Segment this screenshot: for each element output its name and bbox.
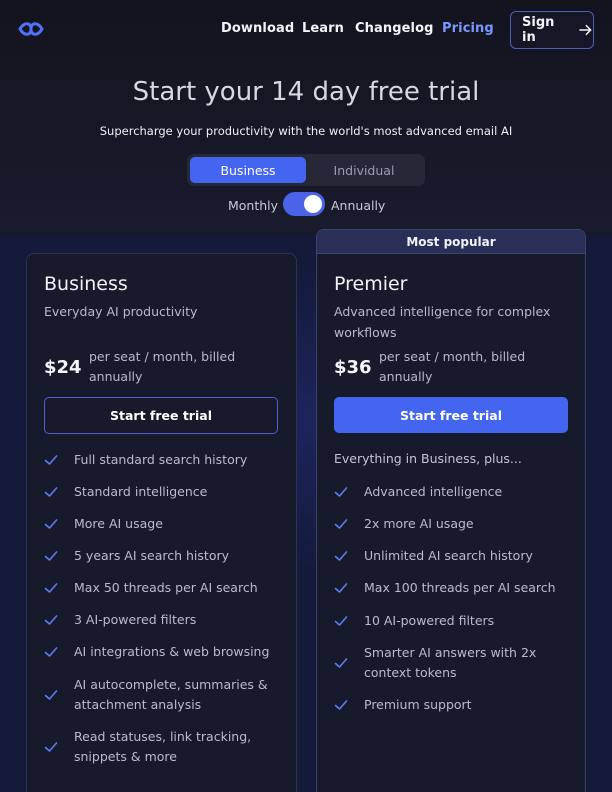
nav-link-changelog[interactable]: Changelog (355, 21, 434, 36)
check-icon (44, 690, 58, 700)
check-icon (334, 551, 348, 561)
check-icon (44, 487, 58, 497)
feature-text: 2x more AI usage (364, 516, 474, 531)
billing-period-toggle-row: Monthly Annually (0, 192, 612, 218)
plan-intro: Everything in Business, plus... (334, 451, 522, 466)
feature-text: 3 AI-powered filters (74, 612, 197, 627)
start-free-trial-button[interactable]: Start free trial (44, 397, 278, 434)
check-icon (334, 658, 348, 668)
toggle-knob (304, 195, 322, 213)
top-nav: Download Learn Changelog Pricing Sign in (0, 0, 612, 60)
page-title: Start your 14 day free trial (132, 77, 480, 107)
feature-text: Full standard search history (74, 452, 248, 467)
tab-individual[interactable]: Individual (306, 157, 422, 183)
feature-text: Max 50 threads per AI search (74, 580, 258, 595)
feature-text: AI integrations & web browsing (74, 644, 270, 659)
check-icon (44, 551, 58, 561)
check-icon (44, 519, 58, 529)
feature-text: 5 years AI search history (74, 548, 229, 563)
feature-text: Unlimited AI search history (364, 548, 533, 563)
check-icon (44, 742, 58, 752)
nav-link-learn[interactable]: Learn (302, 21, 344, 36)
plan-price-note: per seat / month, billed annually (379, 349, 526, 384)
check-icon (334, 700, 348, 710)
plan-description: Advanced intelligence for complex workfl… (334, 304, 551, 340)
nav-link-pricing[interactable]: Pricing (442, 21, 494, 36)
plan-name: Business (44, 273, 128, 295)
start-free-trial-button[interactable]: Start free trial (334, 397, 568, 433)
billing-annually-label[interactable]: Annually (331, 198, 385, 213)
check-icon (44, 455, 58, 465)
plan-card-body: Premier Advanced intelligence for comple… (317, 254, 585, 792)
feature-text: Max 100 threads per AI search (364, 580, 556, 595)
feature-text: Advanced intelligence (364, 484, 503, 499)
check-icon (334, 616, 348, 626)
feature-text: Read statuses, link tracking, snippets &… (74, 729, 252, 764)
brand-logo-icon[interactable] (18, 20, 44, 38)
arrow-right-icon (579, 24, 592, 36)
page-subtitle: Supercharge your productivity with the w… (99, 124, 513, 138)
billing-period-toggle[interactable] (283, 192, 325, 216)
plan-description: Everyday AI productivity (44, 304, 198, 319)
plan-price-note: per seat / month, billed annually (89, 349, 236, 384)
tab-business[interactable]: Business (190, 157, 306, 183)
plan-name: Premier (334, 273, 408, 295)
check-icon (44, 615, 58, 625)
check-icon (44, 583, 58, 593)
plan-card-premier: Most popular Premier Advanced intelligen… (316, 229, 586, 792)
plan-price: $24 (44, 357, 82, 378)
feature-text: AI autocomplete, summaries & attachment … (74, 677, 268, 712)
nav-link-download[interactable]: Download (221, 21, 294, 36)
check-icon (334, 583, 348, 593)
check-icon (44, 647, 58, 657)
feature-text: More AI usage (74, 516, 163, 531)
billing-monthly-label[interactable]: Monthly (228, 198, 278, 213)
check-icon (334, 519, 348, 529)
sign-in-label: Sign in (522, 15, 555, 45)
feature-text: Smarter AI answers with 2x context token… (364, 645, 537, 680)
feature-text: Standard intelligence (74, 484, 208, 499)
feature-text: 10 AI-powered filters (364, 613, 495, 628)
pricing-page: Download Learn Changelog Pricing Sign in… (0, 0, 612, 792)
most-popular-badge: Most popular (317, 230, 585, 254)
plan-price: $36 (334, 357, 372, 378)
plan-card-business: Business Everyday AI productivity $24 pe… (26, 253, 297, 792)
check-icon (334, 487, 348, 497)
sign-in-button[interactable]: Sign in (510, 11, 594, 49)
feature-text: Premium support (364, 697, 472, 712)
audience-switch: Business Individual (187, 154, 425, 186)
